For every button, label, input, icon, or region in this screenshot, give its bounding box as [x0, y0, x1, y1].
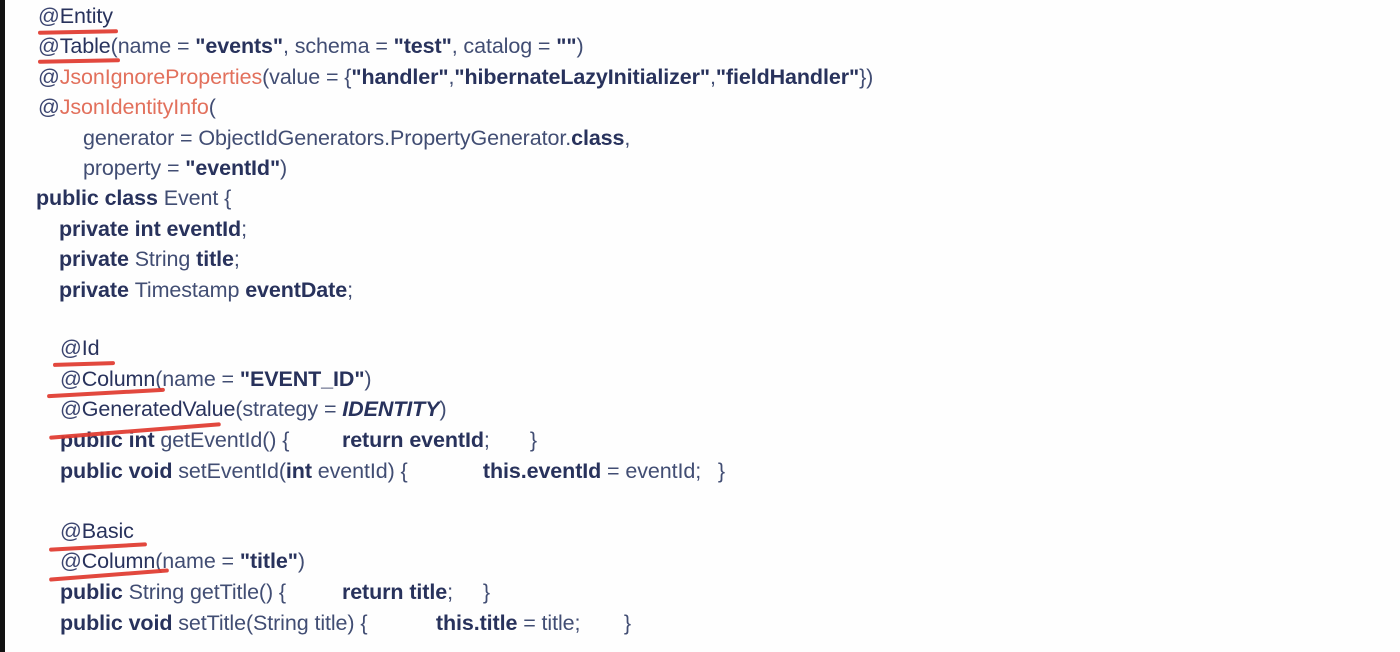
code-line-table-annotation: @Table(name = "events", schema = "test",…	[38, 34, 584, 58]
code-line-jsonidentityinfo-annotation: @JsonIdentityInfo(	[38, 95, 216, 119]
code-line-settitle-method: public void setTitle(String title) { thi…	[60, 611, 631, 635]
code-line-column-title-annotation: @Column(name = "title")	[60, 549, 305, 573]
code-line-seteventid-method: public void setEventId(int eventId) { th…	[60, 459, 725, 483]
code-line-class-declaration: public class Event {	[36, 186, 232, 210]
code-line-id-annotation: @Id	[60, 336, 100, 360]
code-line-gettitle-method: public String getTitle() { return title;…	[60, 580, 490, 604]
code-line-field-eventdate: private Timestamp eventDate;	[59, 278, 353, 302]
code-line-basic-annotation: @Basic	[60, 519, 134, 543]
code-surface: @Entity @Table(name = "events", schema =…	[5, 0, 1400, 652]
code-line-field-title: private String title;	[59, 247, 240, 271]
code-line-generatedvalue-annotation: @GeneratedValue(strategy = IDENTITY)	[60, 397, 447, 421]
code-line-jsonignoreproperties-annotation: @JsonIgnoreProperties(value = {"handler"…	[38, 65, 874, 89]
code-line-column-eventid-annotation: @Column(name = "EVENT_ID")	[60, 367, 372, 391]
code-slide: @Entity @Table(name = "events", schema =…	[0, 0, 1400, 652]
code-line-entity-annotation: @Entity	[38, 4, 113, 28]
code-line-property-parameter: property = "eventId")	[83, 156, 288, 180]
code-line-field-eventid: private int eventId;	[59, 217, 247, 241]
code-line-generator-parameter: generator = ObjectIdGenerators.PropertyG…	[83, 126, 631, 150]
marker-underline-table	[37, 58, 121, 64]
